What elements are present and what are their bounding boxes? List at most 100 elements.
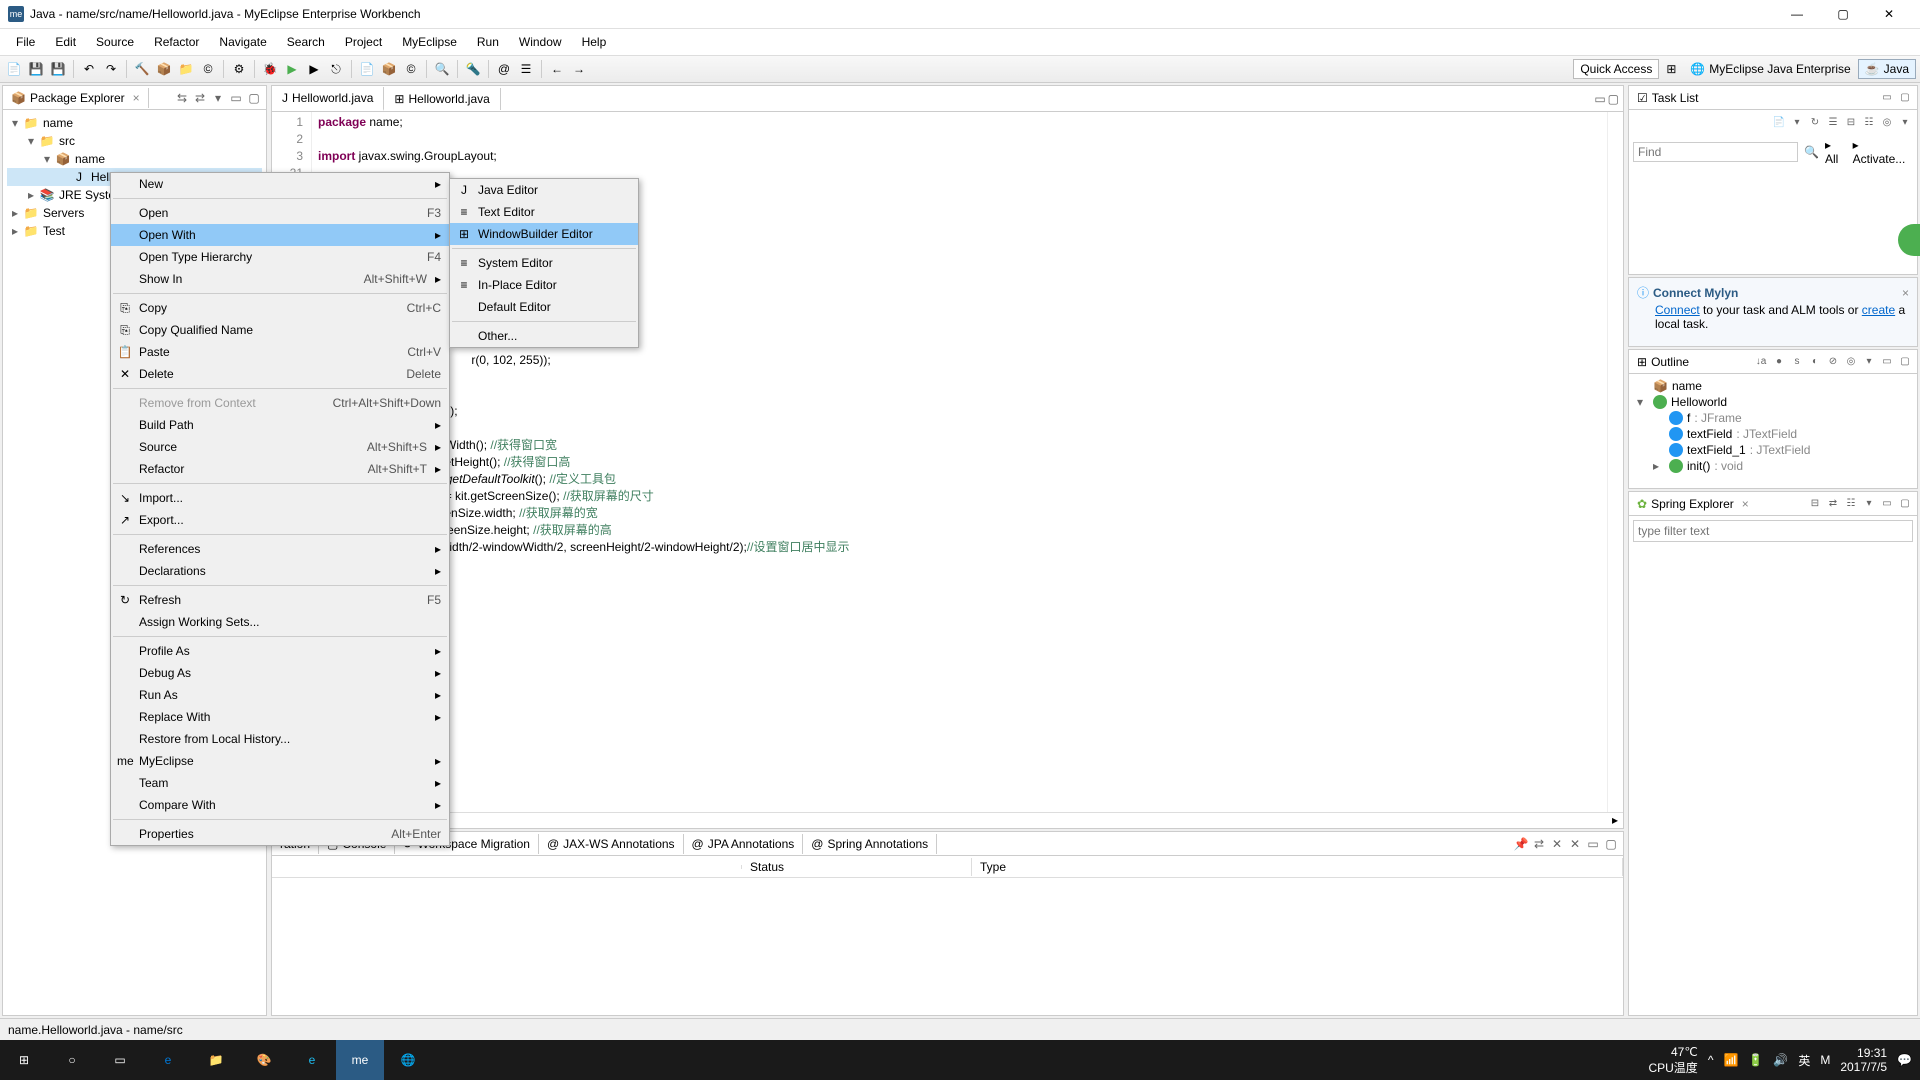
menu-item-copy-qualified-name[interactable]: ⎘Copy Qualified Name [111,319,449,341]
outline-item[interactable]: f : JFrame [1633,410,1913,426]
package-explorer-tab[interactable]: 📦 Package Explorer × [3,88,149,108]
myeclipse-taskbar-icon[interactable]: me [336,1040,384,1080]
status-header[interactable]: Status [742,858,972,876]
ime-icon[interactable]: 英 [1798,1052,1810,1069]
filter-icon[interactable]: ☷ [1861,114,1877,130]
activate-link[interactable]: ▸ Activate... [1853,138,1913,166]
menu-navigate[interactable]: Navigate [209,31,276,53]
external-icon[interactable]: ⎋ [326,59,346,79]
sort-icon[interactable]: ↓a [1753,354,1769,370]
hide-fields-icon[interactable]: ● [1771,354,1787,370]
editor-tab[interactable]: JHelloworld.java [272,87,384,111]
close-icon[interactable]: × [1742,497,1749,511]
package-icon[interactable]: 📦 [154,59,174,79]
link-icon[interactable]: ⇄ [1825,496,1841,512]
back-icon[interactable]: ← [547,59,567,79]
pin-icon[interactable]: 📌 [1513,836,1529,852]
menu-item-build-path[interactable]: Build Path▸ [111,414,449,436]
minimize-button[interactable]: — [1774,0,1820,29]
bottom-tab[interactable]: @JAX-WS Annotations [539,834,684,854]
submenu-item-default-editor[interactable]: Default Editor [450,296,638,318]
tree-item[interactable]: ▾📁name [7,114,262,132]
task-icon[interactable]: ☰ [516,59,536,79]
maximize-icon[interactable]: ▢ [1603,836,1619,852]
menu-item-open-type-hierarchy[interactable]: Open Type HierarchyF4 [111,246,449,268]
task-list-tab[interactable]: ☑ Task List [1629,88,1706,108]
minimize-icon[interactable]: ▭ [1879,496,1895,512]
keyboard-icon[interactable]: M [1820,1053,1830,1067]
view-menu-icon[interactable]: ▾ [1897,114,1913,130]
menu-item-refactor[interactable]: RefactorAlt+Shift+T▸ [111,458,449,480]
maximize-icon[interactable]: ▢ [1897,354,1913,370]
redo-icon[interactable]: ↷ [101,59,121,79]
sync-icon[interactable]: ↻ [1807,114,1823,130]
menu-item-import-[interactable]: ↘Import... [111,487,449,509]
all-filter[interactable]: ▸ All [1825,138,1847,166]
menu-item-debug-as[interactable]: Debug As▸ [111,662,449,684]
perspective-switcher-icon[interactable]: ⊞ [1661,59,1681,79]
new-java-icon[interactable]: 📄 [357,59,377,79]
menu-help[interactable]: Help [572,31,617,53]
menu-item-show-in[interactable]: Show InAlt+Shift+W▸ [111,268,449,290]
remove-icon[interactable]: ✕ [1567,836,1583,852]
collapse-icon[interactable]: ⇆ [174,90,190,106]
close-icon[interactable]: × [133,91,140,105]
menu-item-new[interactable]: New▸ [111,173,449,195]
create-link[interactable]: create [1862,303,1895,317]
find-input[interactable] [1633,142,1798,162]
focus-icon[interactable]: ◎ [1879,114,1895,130]
maximize-icon[interactable]: ▢ [1897,90,1913,106]
submenu-item-other-[interactable]: Other... [450,325,638,347]
network-icon[interactable]: 📶 [1723,1053,1738,1067]
menu-item-compare-with[interactable]: Compare With▸ [111,794,449,816]
view-menu-icon[interactable]: ▾ [1861,496,1877,512]
open-type-icon[interactable]: 🔍 [432,59,452,79]
perspective-java[interactable]: ☕Java [1858,59,1916,79]
bottom-tab[interactable]: @JPA Annotations [684,834,804,854]
spring-tab[interactable]: ✿ Spring Explorer × [1629,494,1757,514]
gear-icon[interactable]: ⚙ [229,59,249,79]
view-menu-icon[interactable]: ▾ [210,90,226,106]
menu-item-team[interactable]: Team▸ [111,772,449,794]
search-icon[interactable]: 🔦 [463,59,483,79]
menu-item-delete[interactable]: ✕DeleteDelete [111,363,449,385]
menu-item-myeclipse[interactable]: meMyEclipse▸ [111,750,449,772]
minimize-icon[interactable]: ▭ [1594,92,1605,106]
volume-icon[interactable]: 🔊 [1773,1053,1788,1067]
clock-time[interactable]: 19:31 [1840,1046,1887,1060]
bottom-tab[interactable]: @Spring Annotations [803,834,937,854]
maximize-icon[interactable]: ▢ [246,90,262,106]
menu-source[interactable]: Source [86,31,144,53]
hide-nonpublic-icon[interactable]: ◐ [1807,354,1823,370]
quick-access[interactable]: Quick Access [1573,59,1659,79]
forward-icon[interactable]: → [569,59,589,79]
focus-icon[interactable]: ◎ [1843,354,1859,370]
collapse-icon[interactable]: ⊟ [1807,496,1823,512]
minimize-icon[interactable]: ▭ [228,90,244,106]
menu-item-declarations[interactable]: Declarations▸ [111,560,449,582]
maximize-button[interactable]: ▢ [1820,0,1866,29]
submenu-item-in-place-editor[interactable]: ≡In-Place Editor [450,274,638,296]
menu-file[interactable]: File [6,31,45,53]
menu-run[interactable]: Run [467,31,509,53]
menu-window[interactable]: Window [509,31,572,53]
link-icon[interactable]: ⇄ [1531,836,1547,852]
app2-icon[interactable]: 🌐 [384,1040,432,1080]
debug-icon[interactable]: 🐞 [260,59,280,79]
hide-static-icon[interactable]: s [1789,354,1805,370]
menu-item-open[interactable]: OpenF3 [111,202,449,224]
menu-item-run-as[interactable]: Run As▸ [111,684,449,706]
chevron-up-icon[interactable]: ^ [1708,1053,1714,1067]
context-menu[interactable]: New▸OpenF3Open With▸JJava Editor≡Text Ed… [110,172,450,846]
submenu-item-text-editor[interactable]: ≡Text Editor [450,201,638,223]
type-header[interactable]: Type [972,858,1623,876]
undo-icon[interactable]: ↶ [79,59,99,79]
tree-item[interactable]: ▾📁src [7,132,262,150]
outline-item[interactable]: ▸init() : void [1633,458,1913,474]
ie-icon[interactable]: e [288,1040,336,1080]
annotation-icon[interactable]: @ [494,59,514,79]
task-view-icon[interactable]: ▭ [96,1040,144,1080]
edge-icon[interactable]: e [144,1040,192,1080]
folder-icon[interactable]: 📁 [176,59,196,79]
save-icon[interactable]: 💾 [26,59,46,79]
